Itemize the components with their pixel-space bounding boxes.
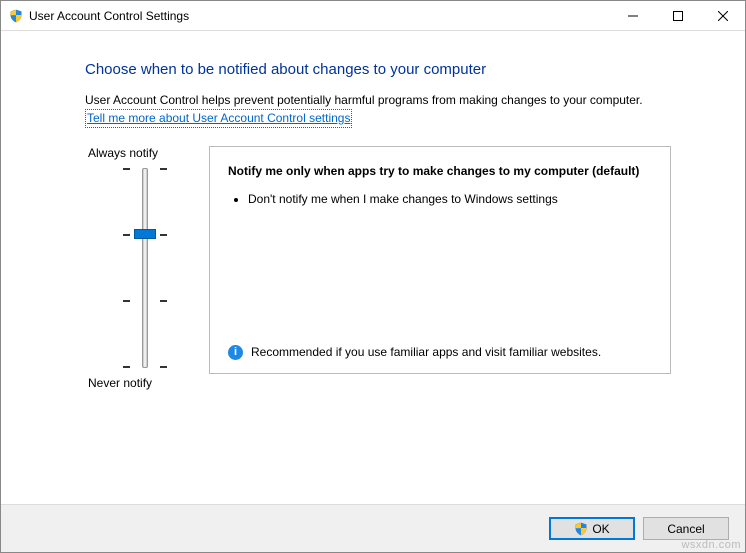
uac-shield-icon xyxy=(9,9,23,23)
window-title: User Account Control Settings xyxy=(29,9,189,23)
maximize-button[interactable] xyxy=(655,1,700,31)
uac-shield-icon xyxy=(574,522,588,536)
page-heading: Choose when to be notified about changes… xyxy=(85,61,671,78)
panel-bullet: Don't notify me when I make changes to W… xyxy=(248,191,652,207)
slider-label-top: Always notify xyxy=(88,146,205,160)
slider-thumb[interactable] xyxy=(134,229,156,239)
watermark: wsxdn.com xyxy=(681,539,741,551)
notification-detail-panel: Notify me only when apps try to make cha… xyxy=(209,146,671,374)
close-button[interactable] xyxy=(700,1,745,31)
description-text: User Account Control helps prevent poten… xyxy=(85,93,643,107)
panel-heading: Notify me only when apps try to make cha… xyxy=(228,163,652,179)
notification-slider[interactable] xyxy=(85,168,205,368)
recommendation-text: Recommended if you use familiar apps and… xyxy=(251,344,601,360)
titlebar: User Account Control Settings xyxy=(1,1,745,31)
cancel-button[interactable]: Cancel xyxy=(643,517,729,540)
info-icon: i xyxy=(228,345,243,360)
slider-label-bottom: Never notify xyxy=(88,376,205,390)
help-link[interactable]: Tell me more about User Account Control … xyxy=(85,109,352,128)
ok-button[interactable]: OK xyxy=(549,517,635,540)
minimize-button[interactable] xyxy=(610,1,655,31)
footer: OK Cancel xyxy=(1,504,745,552)
